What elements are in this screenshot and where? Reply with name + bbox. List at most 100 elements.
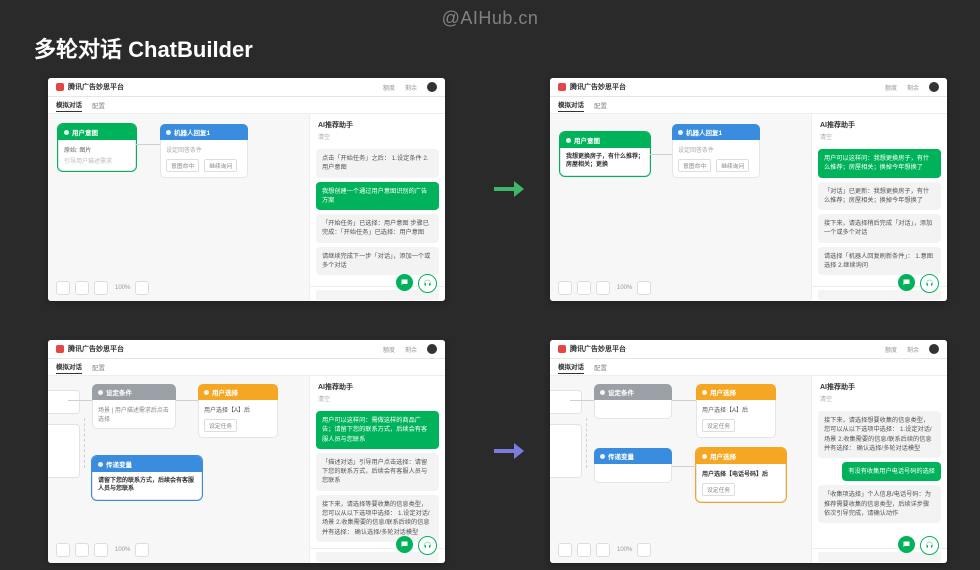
- tab-bar: 模拟对话 配置: [48, 359, 445, 376]
- tool-pointer-icon[interactable]: [56, 281, 70, 295]
- flow-canvas[interactable]: 用户意图 我想更换房子，有什么推荐；房屋相关；更换 机器人回复1 设定回答条件 …: [550, 114, 811, 301]
- tool-pointer-icon[interactable]: [56, 543, 70, 557]
- chip-option[interactable]: 继续询问: [204, 159, 237, 172]
- edge: [672, 400, 696, 401]
- node-user-choice[interactable]: 用户选择 用户选择【A】后 设定任务: [198, 384, 278, 438]
- credits-label: 额度: [383, 83, 395, 92]
- arrow-right-icon: [494, 440, 524, 462]
- tool-reset-icon[interactable]: [135, 281, 149, 295]
- node-partial[interactable]: [550, 390, 582, 414]
- chip-option[interactable]: 设定任务: [702, 483, 735, 496]
- tool-reset-icon[interactable]: [135, 543, 149, 557]
- chat-msg-ai: 接下来，请选择想要收集的信息类型，您可以从以下选项中选择： 1.设定对话/场景 …: [818, 411, 941, 458]
- tab-simulate[interactable]: 模拟对话: [558, 361, 584, 374]
- node-bot-reply[interactable]: 机器人回复1 设定回答条件 意图命中 继续询问: [672, 124, 760, 178]
- fab-chat-button[interactable]: [898, 536, 915, 553]
- tool-add-icon[interactable]: [577, 281, 591, 295]
- chip-option[interactable]: 意图命中: [166, 159, 199, 172]
- node-title: 用户选择: [710, 451, 736, 461]
- node-body: 用户选择【A】后: [702, 404, 770, 415]
- tool-add-icon[interactable]: [75, 543, 89, 557]
- remain-label: 剩余: [405, 345, 417, 354]
- edge: [136, 144, 160, 145]
- app-bar: 腾讯广告妙思平台 额度 剩余: [48, 340, 445, 359]
- sidebar-title: AI推荐助手: [310, 376, 445, 394]
- fab-headset-button[interactable]: [418, 536, 437, 555]
- node-partial[interactable]: [48, 424, 80, 478]
- tool-zoom-icon[interactable]: [94, 543, 108, 557]
- node-condition[interactable]: 设定条件: [594, 384, 672, 419]
- chat-messages: 用户可以这样问：我想更换房子，有什么推荐；房屋相关；换掉今年想换了 「对话」已更…: [812, 145, 947, 286]
- avatar[interactable]: [929, 344, 939, 354]
- tab-bar: 模拟对话 配置: [48, 97, 445, 114]
- node-user-intent[interactable]: 用户意图 我想更换房子，有什么推荐；房屋相关；更换: [560, 132, 650, 176]
- tool-zoom-icon[interactable]: [94, 281, 108, 295]
- node-body: 用户选择【电话号码】后: [702, 468, 780, 479]
- fab-headset-button[interactable]: [920, 536, 939, 555]
- sidebar-clear[interactable]: 清空: [310, 132, 445, 145]
- sidebar-clear[interactable]: 清空: [812, 394, 947, 407]
- sidebar-clear[interactable]: 清空: [310, 394, 445, 407]
- node-partial[interactable]: [48, 390, 80, 414]
- tab-config[interactable]: 配置: [92, 100, 105, 110]
- node-icon: [600, 454, 605, 459]
- logo-icon: [56, 345, 64, 353]
- chip-option[interactable]: 设定任务: [204, 419, 237, 432]
- avatar[interactable]: [929, 82, 939, 92]
- node-user-choice-phone[interactable]: 用户选择 用户选择【电话号码】后 设定任务: [696, 448, 786, 502]
- zoom-level: 100%: [115, 547, 130, 553]
- tool-zoom-icon[interactable]: [596, 281, 610, 295]
- edge: [570, 400, 594, 401]
- tab-simulate[interactable]: 模拟对话: [56, 361, 82, 374]
- tool-pointer-icon[interactable]: [558, 543, 572, 557]
- node-condition[interactable]: 设定条件 场景 | 用户描述需求后点击选择: [92, 384, 176, 429]
- node-bot-reply[interactable]: 机器人回复1 设定回答条件 意图命中 继续询问: [160, 124, 248, 178]
- fab-headset-button[interactable]: [920, 274, 939, 293]
- chip-option[interactable]: 继续询问: [716, 159, 749, 172]
- screenshot-panel-2: 腾讯广告妙思平台 额度 剩余 模拟对话 配置 用户意图 我想更换房子，有什么推荐…: [550, 78, 947, 301]
- node-user-choice[interactable]: 用户选择 用户选择【A】后 设定任务: [696, 384, 776, 438]
- sidebar-title: AI推荐助手: [812, 114, 947, 132]
- chat-messages: 接下来，请选择想要收集的信息类型，您可以从以下选项中选择： 1.设定对话/场景 …: [812, 407, 947, 548]
- tab-simulate[interactable]: 模拟对话: [558, 99, 584, 112]
- canvas-toolbar: 100%: [558, 281, 651, 295]
- arrow-right-icon: [494, 178, 524, 200]
- flow-canvas[interactable]: 设定条件 用户选择 用户选择【A】后 设定任务 传递变量 用户选择 用户选择【电…: [550, 376, 811, 563]
- node-variable[interactable]: 传递变量: [594, 448, 672, 483]
- node-icon: [566, 138, 571, 143]
- tool-pointer-icon[interactable]: [558, 281, 572, 295]
- fab-chat-button[interactable]: [898, 274, 915, 291]
- flow-canvas[interactable]: 用户意图 原始: 图片 引导用户描述需求 机器人回复1 设定回答条件 意图命中 …: [48, 114, 309, 301]
- zoom-level: 100%: [617, 285, 632, 291]
- node-variable[interactable]: 传递变量 请留下您的联系方式，后续会有客服人员与您联系: [92, 456, 202, 500]
- avatar[interactable]: [427, 344, 437, 354]
- fab-chat-button[interactable]: [396, 536, 413, 553]
- chat-msg-ai: 请选择「机器人回复刷新条件」： 1.意图选择 2.继续询问: [818, 247, 941, 276]
- fab-chat-button[interactable]: [396, 274, 413, 291]
- avatar[interactable]: [427, 82, 437, 92]
- fab-headset-button[interactable]: [418, 274, 437, 293]
- tab-config[interactable]: 配置: [594, 100, 607, 110]
- node-title: 机器人回复1: [686, 127, 722, 137]
- app-bar: 腾讯广告妙思平台 额度 剩余: [550, 78, 947, 97]
- tab-simulate[interactable]: 模拟对话: [56, 99, 82, 112]
- tool-reset-icon[interactable]: [637, 281, 651, 295]
- flow-canvas[interactable]: 设定条件 场景 | 用户描述需求后点击选择 用户选择 用户选择【A】后 设定任务…: [48, 376, 309, 563]
- chat-sidebar: AI推荐助手 清空 用户可以这样问：需做这样的商品广告；请留下您的联系方式，后续…: [309, 376, 445, 563]
- node-user-intent[interactable]: 用户意图 原始: 图片 引导用户描述需求: [58, 124, 136, 171]
- tab-bar: 模拟对话 配置: [550, 359, 947, 376]
- node-icon: [98, 390, 103, 395]
- tool-add-icon[interactable]: [577, 543, 591, 557]
- tool-zoom-icon[interactable]: [596, 543, 610, 557]
- chip-option[interactable]: 意图命中: [678, 159, 711, 172]
- node-partial[interactable]: [550, 424, 582, 478]
- node-title: 传递变量: [106, 459, 132, 469]
- chip-option[interactable]: 设定任务: [702, 419, 735, 432]
- edge: [672, 466, 696, 467]
- tool-reset-icon[interactable]: [637, 543, 651, 557]
- node-row-placeholder: 引导用户描述需求: [64, 155, 130, 166]
- tool-add-icon[interactable]: [75, 281, 89, 295]
- sidebar-clear[interactable]: 清空: [812, 132, 947, 145]
- tab-config[interactable]: 配置: [92, 362, 105, 372]
- tab-config[interactable]: 配置: [594, 362, 607, 372]
